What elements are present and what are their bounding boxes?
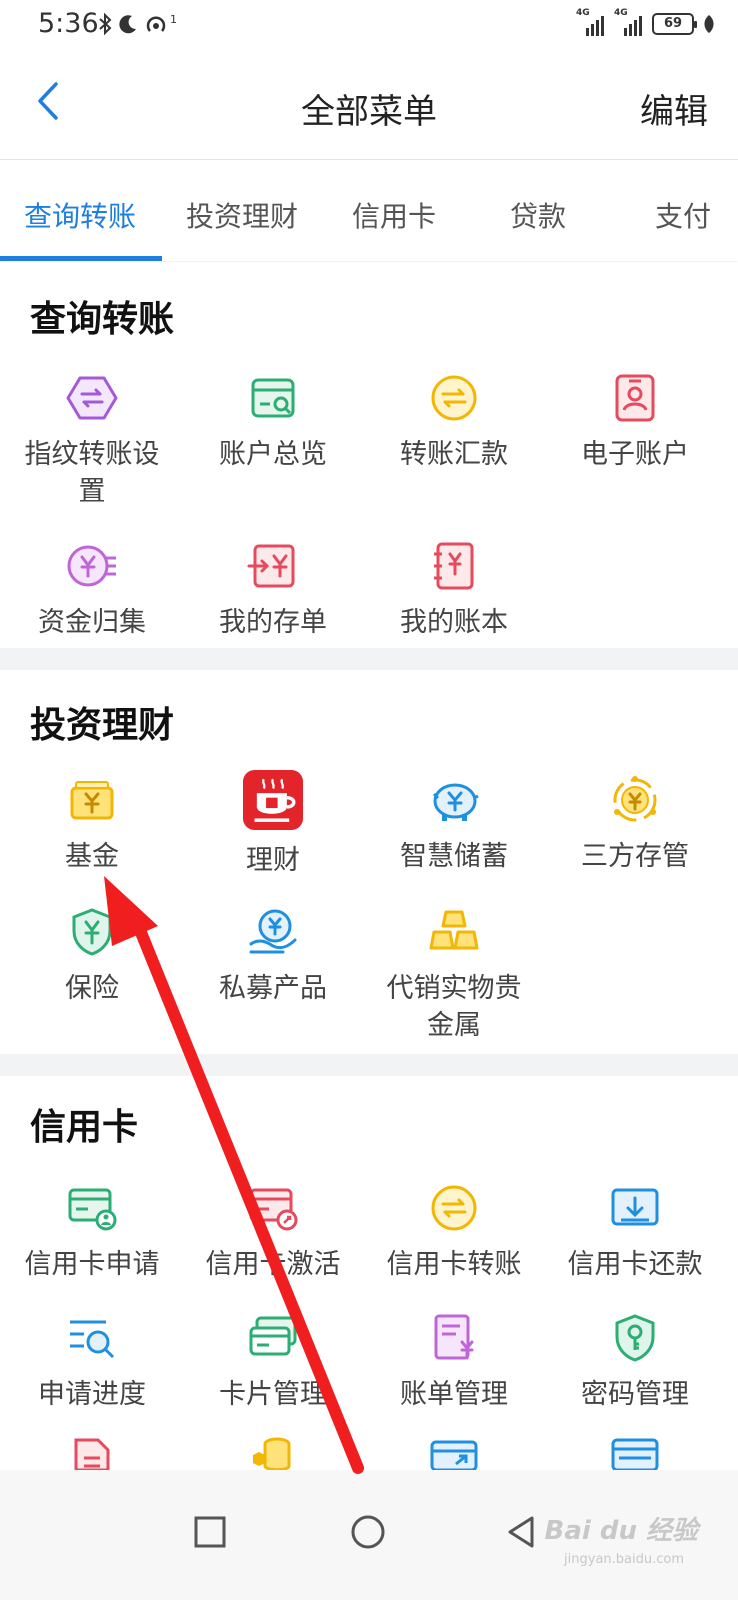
menu-item-wealth[interactable]: 理财 — [181, 770, 365, 879]
section-title: 投资理财 — [30, 705, 175, 746]
tab-invest[interactable]: 投资理财 — [186, 195, 298, 235]
bluetooth-icon — [99, 12, 112, 36]
menu-item-card-apply[interactable]: 信用卡申请 — [0, 1182, 184, 1283]
wealth-cup-icon — [243, 770, 303, 830]
edit-button[interactable]: 编辑 — [640, 84, 708, 133]
menu-item-bill-management[interactable]: 账单管理 — [362, 1312, 546, 1413]
tab-loan[interactable]: 贷款 — [510, 195, 566, 235]
menu-item-third-party-custody[interactable]: 三方存管 — [543, 774, 727, 875]
card-refund-icon — [430, 1440, 478, 1470]
signal-icon-2: 4G — [614, 8, 644, 36]
bill-management-icon — [434, 1314, 474, 1360]
transfer-icon — [431, 375, 477, 421]
tab-payment[interactable]: 支付 — [655, 195, 711, 235]
fingerprint-transfer-icon — [66, 376, 118, 420]
menu-item-insurance[interactable]: 保险 — [0, 906, 184, 1007]
menu-item-card-management[interactable]: 卡片管理 — [181, 1312, 365, 1413]
menu-item-card-activate[interactable]: 信用卡激活 — [181, 1182, 365, 1283]
menu-item-password-management[interactable]: 密码管理 — [543, 1312, 727, 1413]
card-management-icon — [249, 1316, 297, 1356]
card-transfer-icon — [431, 1185, 477, 1231]
menu-item-fund-collection[interactable]: 资金归集 — [0, 540, 184, 641]
menu-item-application-progress[interactable]: 申请进度 — [0, 1312, 184, 1413]
third-party-custody-icon — [613, 776, 657, 822]
status-bar: 5:36 1 4G 4G 69 — [0, 0, 738, 52]
e-account-icon — [615, 374, 655, 422]
section-divider — [0, 648, 738, 670]
menu-item-ledger[interactable]: 我的账本 — [362, 540, 546, 641]
card-apply-icon — [68, 1188, 117, 1231]
active-tab-indicator — [0, 256, 162, 261]
menu-item-precious-metals[interactable]: 代销实物贵金属 — [362, 906, 546, 1044]
hotspot-count: 1 — [170, 12, 177, 26]
card-activate-icon — [249, 1188, 298, 1231]
menu-item-smart-savings[interactable]: 智慧储蓄 — [362, 774, 546, 875]
tab-transfer[interactable]: 查询转账 — [24, 195, 136, 235]
circle-icon — [351, 1515, 385, 1549]
menu-item-account-overview[interactable]: 账户总览 — [181, 372, 365, 473]
watermark-brand: Bai du 经验 — [544, 1516, 699, 1546]
deposit-certificate-icon — [247, 544, 295, 588]
menu-item-fund[interactable]: 基金 — [0, 774, 184, 875]
section-transfer: 查询转账 指纹转账设置 账户总览 转账汇款 电子账户 资金归集 我的存单 我的账… — [0, 262, 738, 648]
section-title: 信用卡 — [30, 1107, 139, 1148]
tab-credit-card[interactable]: 信用卡 — [352, 195, 436, 235]
ledger-icon — [434, 542, 474, 590]
section-divider — [0, 1054, 738, 1076]
menu-item-e-account[interactable]: 电子账户 — [543, 372, 727, 473]
header: 全部菜单 编辑 — [0, 52, 738, 160]
fund-collection-icon — [67, 545, 116, 587]
card-list-icon — [611, 1438, 659, 1470]
piggy-bank-icon — [432, 783, 479, 821]
square-icon — [194, 1516, 226, 1548]
password-management-icon — [615, 1314, 655, 1362]
chevron-left-icon — [38, 82, 58, 120]
moon-icon — [119, 15, 136, 34]
category-tabs: 查询转账 投资理财 信用卡 贷款 支付 — [0, 161, 738, 261]
coin-stack-icon — [253, 1437, 291, 1470]
menu-item-fingerprint-transfer[interactable]: 指纹转账设置 — [0, 372, 184, 510]
document-icon — [74, 1438, 110, 1470]
fund-icon — [70, 781, 114, 820]
menu-item-card-transfer[interactable]: 信用卡转账 — [362, 1182, 546, 1283]
private-equity-icon — [249, 909, 297, 954]
home-button[interactable] — [346, 1510, 390, 1554]
triangle-back-icon — [508, 1516, 534, 1548]
card-repay-icon — [611, 1188, 659, 1226]
signal-icon: 4G — [576, 8, 606, 36]
section-invest: 投资理财 基金 理财 智慧储蓄 三方存管 保险 私募产品 代销实物贵金属 — [0, 670, 738, 1054]
menu-item-private-equity[interactable]: 私募产品 — [181, 906, 365, 1007]
back-button[interactable] — [30, 76, 70, 126]
status-time: 5:36 — [38, 8, 99, 39]
section-title: 查询转账 — [30, 299, 175, 340]
insurance-shield-icon — [72, 908, 112, 956]
account-overview-icon — [251, 378, 295, 418]
hotspot-icon — [146, 16, 166, 32]
recent-apps-button[interactable] — [188, 1510, 232, 1554]
section-credit-card: 信用卡 信用卡申请 信用卡激活 信用卡转账 信用卡还款 申请进度 卡片管理 账单… — [0, 1076, 738, 1470]
gold-bars-icon — [429, 910, 479, 950]
watermark-url: jingyan.baidu.com — [564, 1552, 684, 1567]
menu-item-card-repay[interactable]: 信用卡还款 — [543, 1182, 727, 1283]
page-title: 全部菜单 — [301, 92, 437, 132]
application-progress-icon — [70, 1320, 115, 1359]
back-nav-button[interactable] — [500, 1510, 544, 1554]
leaf-icon — [704, 15, 714, 33]
menu-item-deposit-certificate[interactable]: 我的存单 — [181, 540, 365, 641]
menu-item-transfer[interactable]: 转账汇款 — [362, 372, 546, 473]
battery-icon: 69 — [652, 13, 697, 35]
